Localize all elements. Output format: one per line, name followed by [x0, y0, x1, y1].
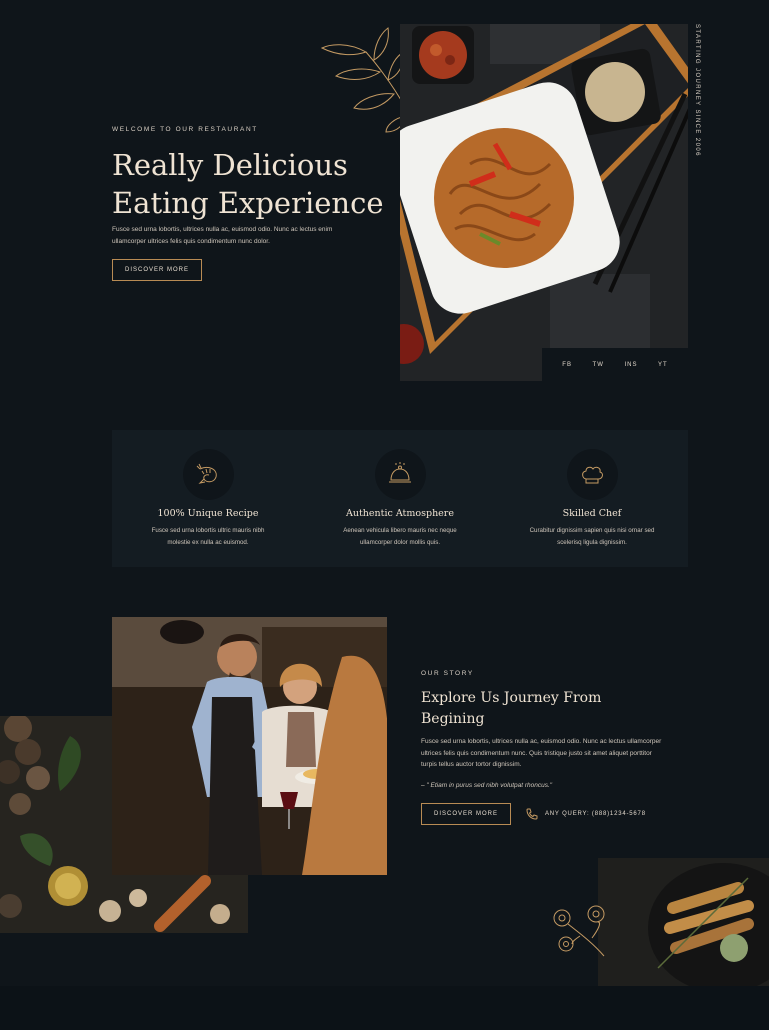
hero-title-line1: Really Delicious — [112, 148, 348, 182]
story-body-line1: Fusce sed urna lobortis, ultrices nulla … — [421, 738, 662, 745]
cloche-icon — [389, 461, 411, 482]
social-link-facebook[interactable]: FB — [562, 362, 572, 368]
hero-title-line2: Eating Experience — [112, 186, 384, 220]
feature-icon-wrapper — [566, 449, 618, 500]
story-eyebrow: OUR STORY — [421, 670, 474, 677]
feature-icon-wrapper — [374, 449, 426, 500]
feature-title: Authentic Atmosphere — [346, 508, 454, 519]
feature-line2: molestie ex nulla ac euismod. — [167, 539, 249, 546]
hero-food-image — [400, 24, 688, 381]
phone-query-text: ANY QUERY: (888)1234-5678 — [545, 811, 646, 817]
feature-title: Skilled Chef — [562, 508, 622, 519]
restaurant-people-image — [112, 617, 387, 875]
story-discover-button[interactable]: DISCOVER MORE — [421, 803, 511, 825]
chef-hat-icon — [582, 466, 603, 483]
footer-band — [0, 986, 769, 1030]
social-links-bar: FB TW INS YT — [542, 348, 688, 381]
hero-description: Fusce sed urna lobortis, ultrices nulla … — [112, 224, 372, 247]
feature-title: 100% Unique Recipe — [157, 508, 259, 519]
story-body-line3: turpis tellus auctor tortor dignissim. — [421, 761, 522, 768]
feature-authentic-atmosphere: Authentic Atmosphere Aenean vehicula lib… — [304, 430, 496, 567]
feature-description: Aenean vehicula libero mauris nec neque … — [330, 525, 470, 549]
feature-unique-recipe: 100% Unique Recipe Fusce sed urna lobort… — [112, 430, 304, 567]
hero-discover-button[interactable]: DISCOVER MORE — [112, 259, 202, 281]
hero-eyebrow: WELCOME TO OUR RESTAURANT — [112, 126, 258, 133]
feature-line2: scelerisq ligula dignissim. — [557, 539, 627, 546]
story-description: Fusce sed urna lobortis, ultrices nulla … — [421, 736, 691, 771]
story-quote: – " Etiam in purus sed nibh volutpat rho… — [421, 782, 553, 789]
social-link-youtube[interactable]: YT — [658, 362, 668, 368]
phone-query[interactable]: ANY QUERY: (888)1234-5678 — [526, 808, 646, 820]
feature-description: Curabitur dignissim sapien quis nisi orn… — [522, 525, 662, 549]
spring-rolls-image — [598, 858, 769, 986]
vertical-since-text: STARTING JOURNEY SINCE 2006 — [694, 24, 700, 157]
story-title-line2: Begining — [421, 711, 485, 727]
feature-icon-wrapper — [182, 449, 234, 500]
features-panel: 100% Unique Recipe Fusce sed urna lobort… — [112, 430, 688, 567]
floral-ornament-icon — [553, 905, 605, 957]
feature-line1: Aenean vehicula libero mauris nec neque — [343, 527, 457, 534]
shrimp-icon — [196, 463, 217, 484]
story-title-line1: Explore Us Journey From — [421, 690, 602, 706]
feature-line2: ullamcorper dolor mollis quis. — [359, 539, 441, 546]
story-body-line2: ultrices felis quis condimentum nunc. Qu… — [421, 749, 652, 757]
feature-line1: Curabitur dignissim sapien quis nisi orn… — [529, 527, 655, 534]
hero-body-line2: ullamcorper ultrices felis quis condimen… — [112, 237, 270, 245]
social-link-instagram[interactable]: INS — [624, 362, 637, 368]
story-title: Explore Us Journey From Begining — [421, 688, 601, 730]
feature-description: Fusce sed urna lobortis ultric mauris ni… — [138, 525, 278, 549]
hero-body-line1: Fusce sed urna lobortis, ultrices nulla … — [112, 226, 333, 233]
feature-skilled-chef: Skilled Chef Curabitur dignissim sapien … — [496, 430, 688, 567]
phone-icon — [526, 808, 538, 820]
feature-line1: Fusce sed urna lobortis ultric mauris ni… — [151, 527, 265, 534]
hero-title: Really Delicious Eating Experience — [112, 146, 383, 222]
social-link-twitter[interactable]: TW — [593, 362, 604, 368]
